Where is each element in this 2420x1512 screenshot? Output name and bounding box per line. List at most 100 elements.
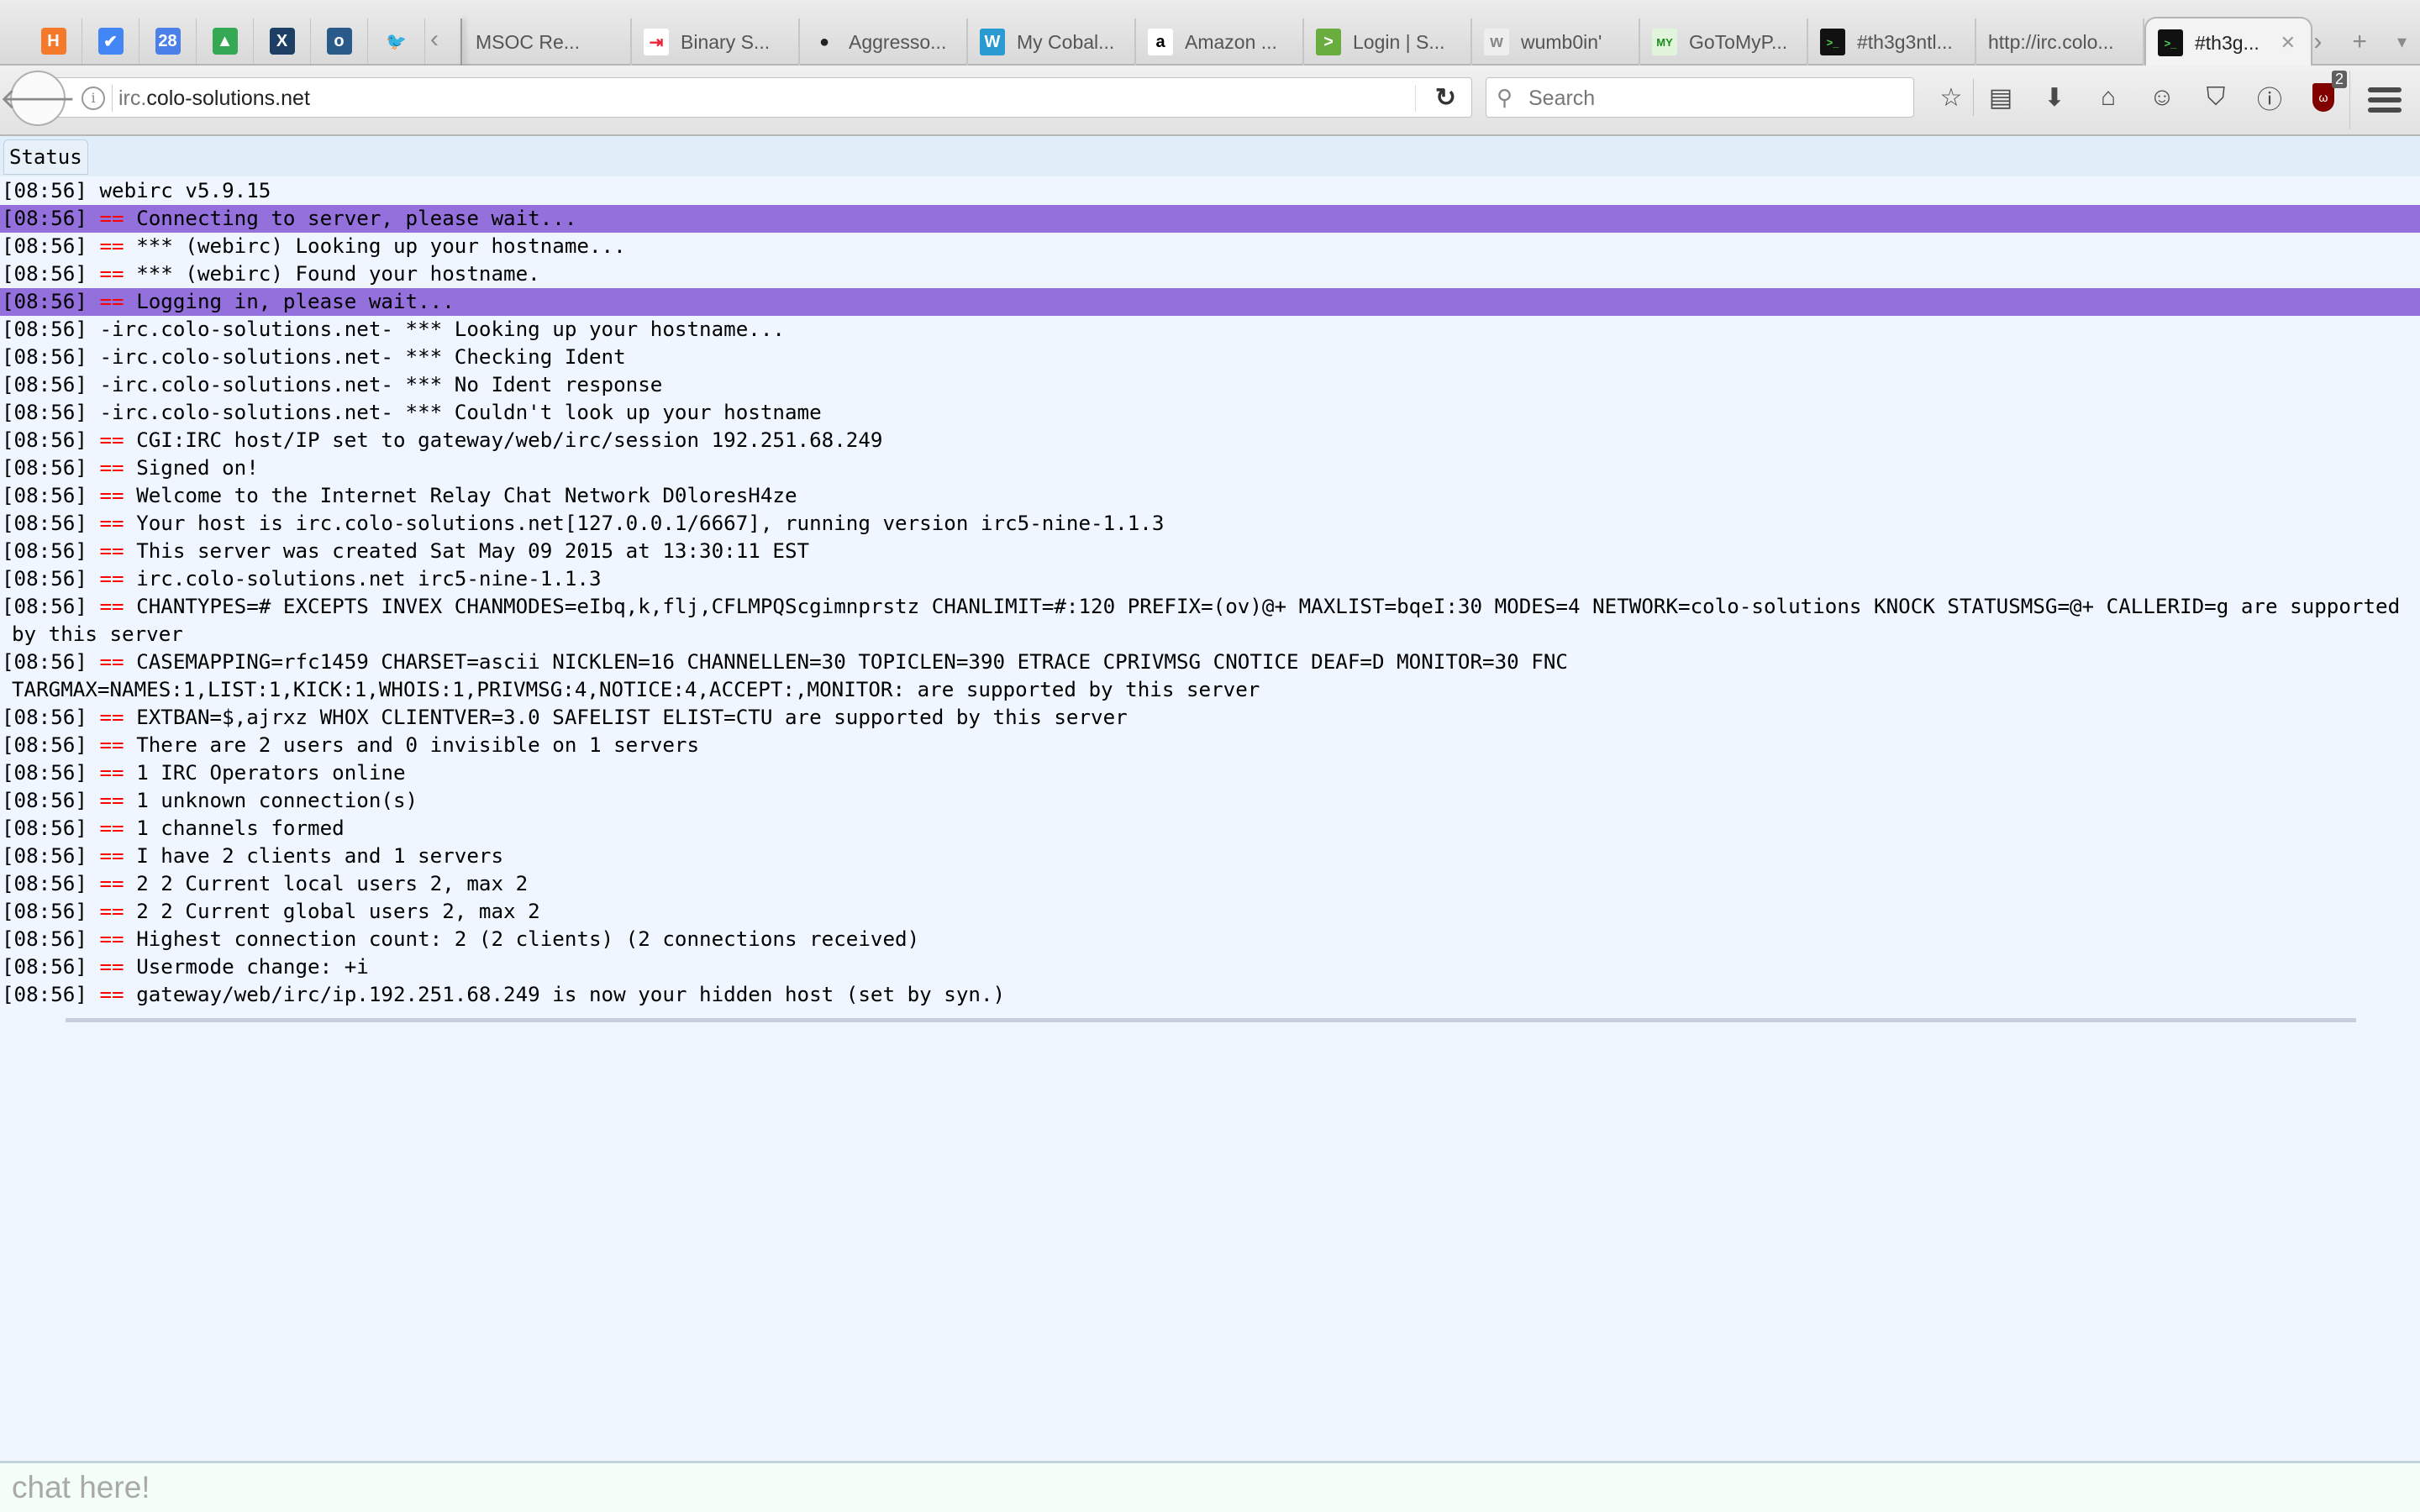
- log-line: [08:56] == I have 2 clients and 1 server…: [0, 843, 2420, 870]
- message-text: webirc v5.9.15: [99, 179, 271, 202]
- server-message-marker: ==: [99, 484, 124, 507]
- pinned-tab[interactable]: ▲: [197, 18, 254, 64]
- login-terminal-icon: >: [1316, 29, 1341, 55]
- server-message-marker: ==: [99, 872, 124, 895]
- ublock-badge: 2: [2331, 71, 2347, 88]
- site-info-icon[interactable]: i: [82, 87, 105, 110]
- timestamp: [08:56]: [2, 816, 87, 840]
- back-button[interactable]: 🡐: [0, 71, 76, 126]
- timestamp: [08:56]: [2, 983, 87, 1006]
- pinned-tab[interactable]: ✔: [82, 18, 139, 64]
- server-message-marker: ==: [99, 262, 124, 286]
- log-line: [08:56] == Highest connection count: 2 (…: [0, 926, 2420, 953]
- log-line: [08:56] -irc.colo-solutions.net- *** Loo…: [0, 316, 2420, 344]
- tab-title: Amazon ...: [1185, 30, 1277, 53]
- password-manager-icon[interactable]: ⓘ: [2243, 79, 2296, 116]
- reload-button[interactable]: ↻: [1435, 83, 1456, 113]
- chat-input[interactable]: [0, 1463, 2420, 1512]
- server-message-marker: ==: [99, 816, 124, 840]
- url-bar-separator: [112, 85, 113, 112]
- timestamp: [08:56]: [2, 318, 87, 341]
- message-text: 2 2 Current global users 2, max 2: [136, 900, 540, 923]
- gotomypc-icon: MY: [1652, 29, 1677, 55]
- tab-scroll-left-button[interactable]: ‹: [430, 25, 439, 54]
- server-message-marker: ==: [99, 927, 124, 951]
- server-message-marker: ==: [99, 706, 124, 729]
- timestamp: [08:56]: [2, 401, 87, 424]
- tab[interactable]: ⇥ Binary S...: [632, 18, 800, 66]
- pinned-tab[interactable]: 28: [139, 18, 197, 64]
- bookmarks-menu-icon[interactable]: ▤: [1974, 79, 2028, 116]
- server-message-marker: ==: [99, 512, 124, 535]
- chat-bubble-icon[interactable]: ☺: [2135, 79, 2189, 116]
- tab[interactable]: >_ #th3g3ntl...: [1808, 18, 1976, 66]
- timestamp: [08:56]: [2, 706, 87, 729]
- tab-list: MSOC Re... ⇥ Binary S... ● Aggresso... W My Co…: [464, 17, 2312, 67]
- ublock-origin-button[interactable]: ω2: [2296, 71, 2350, 116]
- tab[interactable]: MY GoToMyP...: [1640, 18, 1808, 66]
- status-window-tab[interactable]: Status: [3, 139, 88, 175]
- search-placeholder: Search: [1528, 87, 1596, 110]
- message-text: This server was created Sat May 09 2015 …: [136, 539, 810, 563]
- log-line: [08:56] -irc.colo-solutions.net- *** Che…: [0, 344, 2420, 371]
- tab-strip-controls: › + ▾: [2313, 18, 2420, 66]
- search-bar[interactable]: ⚲ Search: [1486, 77, 1914, 118]
- message-text: CHANTYPES=# EXCEPTS INVEX CHANMODES=eIbq…: [12, 595, 2412, 646]
- chat-input-bar: [0, 1461, 2420, 1512]
- tab-scroll-right-button[interactable]: ›: [2313, 28, 2322, 56]
- tab[interactable]: W My Cobal...: [968, 18, 1136, 66]
- server-message-marker: ==: [99, 428, 124, 452]
- harvest-icon: H: [40, 28, 66, 55]
- timestamp: [08:56]: [2, 428, 87, 452]
- tab-title: MSOC Re...: [476, 30, 580, 53]
- tab-active[interactable]: >_ #th3g... ✕: [2144, 17, 2312, 67]
- message-text: -irc.colo-solutions.net- *** Couldn't lo…: [99, 401, 822, 424]
- pocket-icon[interactable]: ⛉: [2189, 79, 2243, 116]
- log-line: [08:56] == Connecting to server, please …: [0, 205, 2420, 233]
- tab[interactable]: w wumb0in': [1472, 18, 1640, 66]
- tab[interactable]: ● Aggresso...: [800, 18, 968, 66]
- server-message-marker: ==: [99, 650, 124, 674]
- log-line: [08:56] == CASEMAPPING=rfc1459 CHARSET=a…: [0, 648, 2420, 704]
- pinned-tabs: H ✔ 28 ▲ Xo 🐦: [25, 18, 425, 64]
- log-line: [08:56] == CHANTYPES=# EXCEPTS INVEX CHA…: [0, 593, 2420, 648]
- message-text: Usermode change: +i: [136, 955, 369, 979]
- hamburger-menu-icon[interactable]: [2368, 87, 2402, 118]
- back-arrow-icon: 🡐: [0, 82, 76, 115]
- server-message-marker: ==: [99, 761, 124, 785]
- server-message-marker: ==: [99, 789, 124, 812]
- tab-title: My Cobal...: [1017, 30, 1115, 53]
- url-bar[interactable]: i irc.colo-solutions.net ↻: [44, 77, 1472, 118]
- timestamp: [08:56]: [2, 539, 87, 563]
- search-icon: ⚲: [1497, 85, 1513, 110]
- url-text[interactable]: irc.colo-solutions.net: [118, 87, 310, 111]
- pinned-tab[interactable]: 🐦: [368, 18, 425, 64]
- tab[interactable]: http://irc.colo...: [1976, 18, 2144, 66]
- home-icon[interactable]: ⌂: [2081, 79, 2135, 116]
- bookmark-star-icon[interactable]: ☆: [1929, 79, 1974, 116]
- timestamp: [08:56]: [2, 179, 87, 202]
- tab-close-icon[interactable]: ✕: [2281, 32, 2296, 54]
- tab-strip: H ✔ 28 ▲ Xo 🐦 ‹ MSOC Re... ⇥ Binary S... ● Aggres…: [0, 0, 2420, 67]
- pinned-tab[interactable]: X: [254, 18, 311, 64]
- message-text: 1 channels formed: [136, 816, 345, 840]
- new-tab-button[interactable]: +: [2352, 28, 2367, 56]
- tab[interactable]: > Login | S...: [1304, 18, 1472, 66]
- log-line: [08:56] == CGI:IRC host/IP set to gatewa…: [0, 427, 2420, 454]
- twitter-icon: 🐦: [386, 32, 407, 51]
- timestamp: [08:56]: [2, 262, 87, 286]
- tab[interactable]: MSOC Re...: [464, 18, 632, 66]
- pinned-tab[interactable]: o: [311, 18, 368, 64]
- tab[interactable]: a Amazon ...: [1136, 18, 1304, 66]
- google-calendar-icon: 28: [155, 28, 181, 55]
- timestamp: [08:56]: [2, 345, 87, 369]
- tab-list-dropdown-button[interactable]: ▾: [2397, 31, 2407, 53]
- url-subdomain: irc.: [118, 87, 147, 110]
- tab-title: Login | S...: [1353, 30, 1445, 53]
- timestamp: [08:56]: [2, 927, 87, 951]
- timestamp: [08:56]: [2, 872, 87, 895]
- log-line: [08:56] == 1 IRC Operators online: [0, 759, 2420, 787]
- timestamp: [08:56]: [2, 207, 87, 230]
- downloads-icon[interactable]: ⬇: [2028, 79, 2081, 116]
- pinned-tab[interactable]: H: [25, 18, 82, 64]
